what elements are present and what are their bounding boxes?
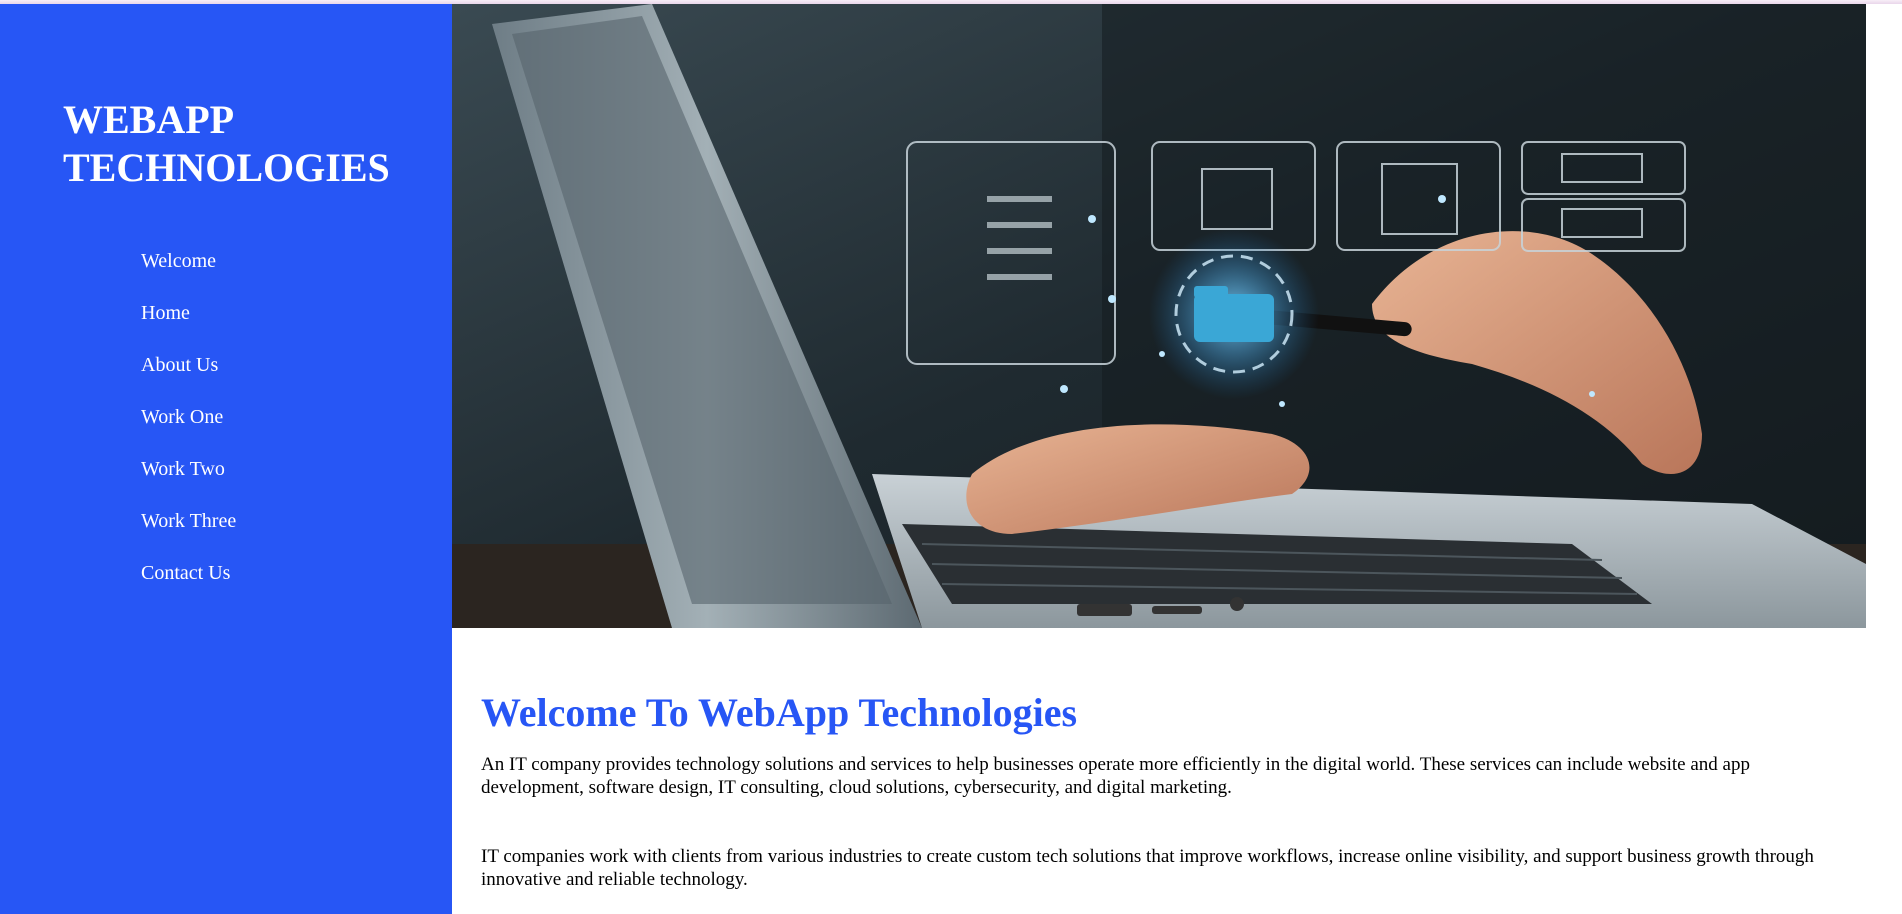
- nav-link-about-us[interactable]: About Us: [141, 354, 218, 376]
- sidebar-nav: Welcome Home About Us Work One Work Two …: [141, 249, 236, 613]
- nav-link-home[interactable]: Home: [141, 302, 190, 324]
- nav-link-contact-us[interactable]: Contact Us: [141, 562, 230, 584]
- main-content: Welcome To WebApp Technologies An IT com…: [481, 690, 1821, 891]
- intro-paragraph: An IT company provides technology soluti…: [481, 754, 1750, 798]
- nav-item-work-three: Work Three: [141, 509, 236, 561]
- nav-item-welcome: Welcome: [141, 249, 236, 301]
- brand-title: WEBAPP TECHNOLOGIES: [63, 97, 390, 190]
- hero-image: [452, 4, 1866, 628]
- nav-item-work-one: Work One: [141, 405, 236, 457]
- sidebar: WEBAPP TECHNOLOGIES Welcome Home About U…: [0, 4, 452, 914]
- page-title: Welcome To WebApp Technologies: [481, 690, 1078, 735]
- nav-item-work-two: Work Two: [141, 457, 236, 509]
- clients-paragraph: IT companies work with clients from vari…: [481, 846, 1814, 890]
- nav-link-work-three[interactable]: Work Three: [141, 510, 236, 532]
- nav-item-home: Home: [141, 301, 236, 353]
- nav-item-about-us: About Us: [141, 353, 236, 405]
- nav-link-work-one[interactable]: Work One: [141, 406, 223, 428]
- nav-link-welcome[interactable]: Welcome: [141, 250, 216, 272]
- hero-illustration: [452, 4, 1866, 628]
- nav-item-contact-us: Contact Us: [141, 561, 236, 613]
- nav-link-work-two[interactable]: Work Two: [141, 458, 225, 480]
